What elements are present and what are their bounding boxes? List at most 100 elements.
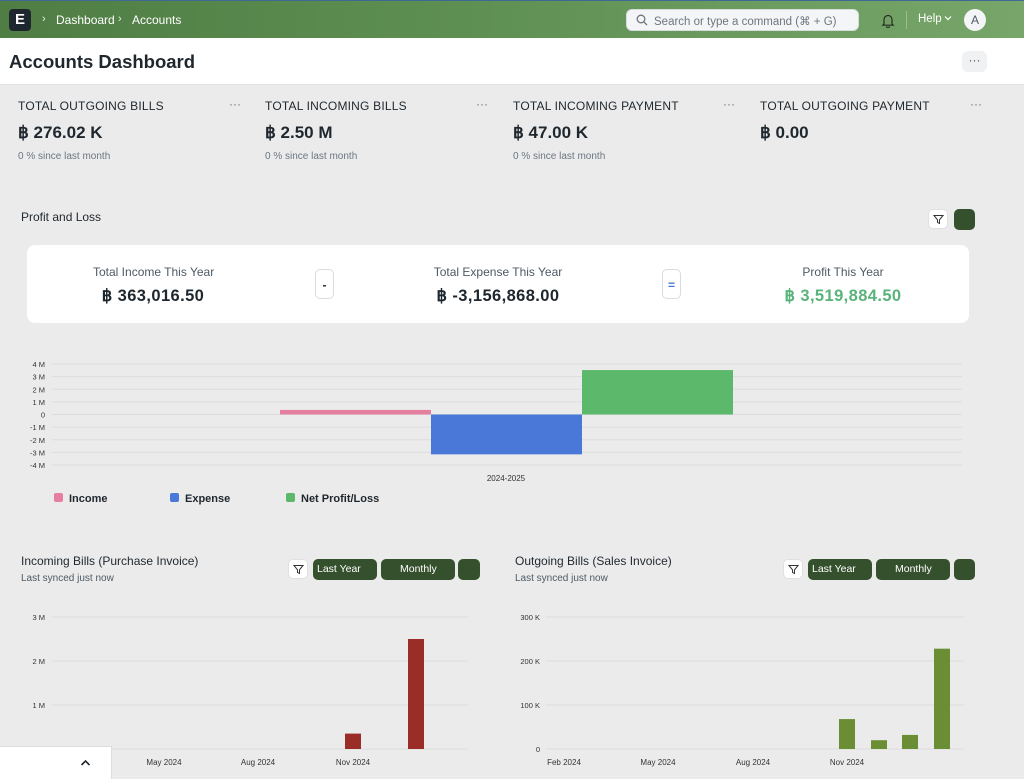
bar: [871, 740, 887, 749]
bar: [345, 733, 361, 749]
x-tick-label: Aug 2024: [241, 758, 276, 767]
bar-net-profit-loss: [582, 370, 733, 415]
y-tick-label: 2 M: [32, 385, 45, 394]
time-range-label: Last Year: [317, 563, 361, 575]
y-tick-label: 1 M: [32, 398, 45, 407]
search-icon: [636, 14, 648, 26]
card-stat: 0 % since last month: [18, 151, 111, 162]
legend-swatch: [170, 493, 179, 502]
breadcrumb-accounts[interactable]: Accounts: [132, 13, 181, 27]
y-tick-label: 2 M: [32, 657, 45, 666]
interval-dropdown[interactable]: Monthly: [381, 559, 455, 580]
equals-operator: =: [662, 269, 681, 299]
number-card-total-incoming-bills: TOTAL INCOMING BILLS ··· ฿ 2.50 M 0 % si…: [265, 97, 495, 167]
summary-profit-value: ฿ 3,519,884.50: [784, 287, 902, 305]
card-value: ฿ 47.00 K: [513, 123, 589, 142]
profit-loss-chart: 4 M 3 M 2 M 1 M 0 -1 M -2 M -3 M -4 M 2024-2025 In…: [30, 360, 962, 505]
bar: [902, 734, 918, 749]
chevron-right-icon: ›: [42, 13, 46, 25]
card-menu-button[interactable]: ···: [476, 97, 488, 111]
legend-label: Net Profit/Loss: [301, 493, 379, 505]
number-card-total-outgoing-bills: TOTAL OUTGOING BILLS ··· ฿ 276.02 K 0 % …: [18, 97, 248, 167]
search-placeholder: Search or type a command (⌘ + G): [654, 16, 837, 28]
bar: [408, 639, 424, 749]
card-stat: 0 % since last month: [265, 151, 358, 162]
legend-label: Income: [69, 493, 108, 505]
summary-expense-label: Total Expense This Year: [433, 265, 563, 279]
filter-icon: [788, 565, 799, 575]
collapsed-panel[interactable]: [0, 746, 112, 779]
more-actions-button[interactable]: ···: [962, 51, 987, 72]
time-range-dropdown[interactable]: Last Year: [808, 559, 872, 580]
help-menu[interactable]: Help: [918, 13, 942, 25]
app-logo[interactable]: E: [9, 9, 31, 31]
summary-profit-label: Profit This Year: [802, 265, 884, 279]
sales-chart-title: Outgoing Bills (Sales Invoice): [515, 554, 672, 568]
chart-options-button[interactable]: [458, 559, 480, 580]
chevron-up-icon[interactable]: [80, 759, 91, 767]
y-tick-label: 4 M: [32, 360, 45, 369]
x-tick-label: 2024-2025: [487, 474, 526, 483]
navbar: E › Dashboard › Accounts Search or type …: [0, 0, 1024, 38]
legend-swatch: [286, 493, 295, 502]
breadcrumb-dashboard[interactable]: Dashboard: [56, 13, 115, 27]
chevron-right-icon: ›: [118, 13, 122, 25]
page-title: Accounts Dashboard: [9, 51, 196, 72]
card-value: ฿ 276.02 K: [18, 123, 103, 142]
card-title: TOTAL INCOMING PAYMENT: [513, 99, 679, 113]
chart-options-button[interactable]: [954, 559, 975, 580]
search-bar[interactable]: Search or type a command (⌘ + G): [626, 9, 859, 31]
x-tick-label: May 2024: [640, 758, 676, 767]
summary-profit: Profit This Year ฿ 3,519,884.50: [782, 265, 904, 306]
y-tick-label: 300 K: [520, 613, 540, 622]
filter-button[interactable]: [928, 209, 948, 229]
interval-label: Monthly: [895, 563, 932, 575]
y-tick-label: 0: [536, 745, 540, 754]
y-tick-label: 3 M: [32, 613, 45, 622]
time-range-label: Last Year: [812, 563, 856, 575]
bar: [934, 648, 950, 749]
x-tick-label: Nov 2024: [336, 758, 371, 767]
summary-income-value: ฿ 363,016.50: [101, 287, 205, 305]
y-tick-label: 100 K: [520, 701, 540, 710]
bar-expense: [431, 414, 582, 455]
bar: [839, 719, 855, 749]
legend-swatch: [54, 493, 63, 502]
sales-invoice-chart: 0 100 K 200 K 300 K Feb 2024 May 2024 Aug 2024…: [520, 613, 964, 767]
x-tick-label: Feb 2024: [547, 758, 581, 767]
card-menu-button[interactable]: ···: [229, 97, 241, 111]
card-menu-button[interactable]: ···: [723, 97, 735, 111]
y-tick-label: -1 M: [30, 423, 45, 432]
chevron-down-icon: [944, 16, 952, 21]
y-tick-label: 1 M: [32, 701, 45, 710]
filter-icon: [293, 565, 304, 575]
y-tick-label: -4 M: [30, 461, 45, 470]
number-card-total-outgoing-payment: TOTAL OUTGOING PAYMENT ··· ฿ 0.00: [760, 97, 990, 167]
card-value: ฿ 0.00: [760, 123, 809, 142]
y-tick-label: 0: [41, 411, 45, 420]
card-menu-button[interactable]: ···: [970, 97, 982, 111]
summary-income-label: Total Income This Year: [93, 265, 215, 279]
notification-bell-icon[interactable]: [881, 13, 895, 28]
chart-options-button[interactable]: [954, 209, 975, 230]
card-stat: 0 % since last month: [513, 151, 606, 162]
summary-expense: Total Expense This Year ฿ -3,156,868.00: [432, 265, 564, 306]
avatar[interactable]: A: [964, 9, 986, 31]
summary-expense-value: ฿ -3,156,868.00: [436, 287, 560, 305]
legend-label: Expense: [185, 493, 230, 505]
page-header: Accounts Dashboard: [0, 38, 1024, 85]
x-tick-label: Nov 2024: [830, 758, 865, 767]
purchase-chart-title: Incoming Bills (Purchase Invoice): [21, 554, 199, 568]
interval-label: Monthly: [400, 563, 437, 575]
card-title: TOTAL OUTGOING BILLS: [18, 99, 164, 113]
filter-button[interactable]: [288, 559, 308, 579]
y-tick-label: -3 M: [30, 448, 45, 457]
interval-dropdown[interactable]: Monthly: [876, 559, 950, 580]
card-title: TOTAL OUTGOING PAYMENT: [760, 99, 930, 113]
purchase-synced-label: Last synced just now: [21, 573, 114, 584]
y-tick-label: 200 K: [520, 657, 540, 666]
bar-income: [280, 409, 431, 415]
filter-button[interactable]: [783, 559, 803, 579]
time-range-dropdown[interactable]: Last Year: [313, 559, 377, 580]
sales-synced-label: Last synced just now: [515, 573, 608, 584]
